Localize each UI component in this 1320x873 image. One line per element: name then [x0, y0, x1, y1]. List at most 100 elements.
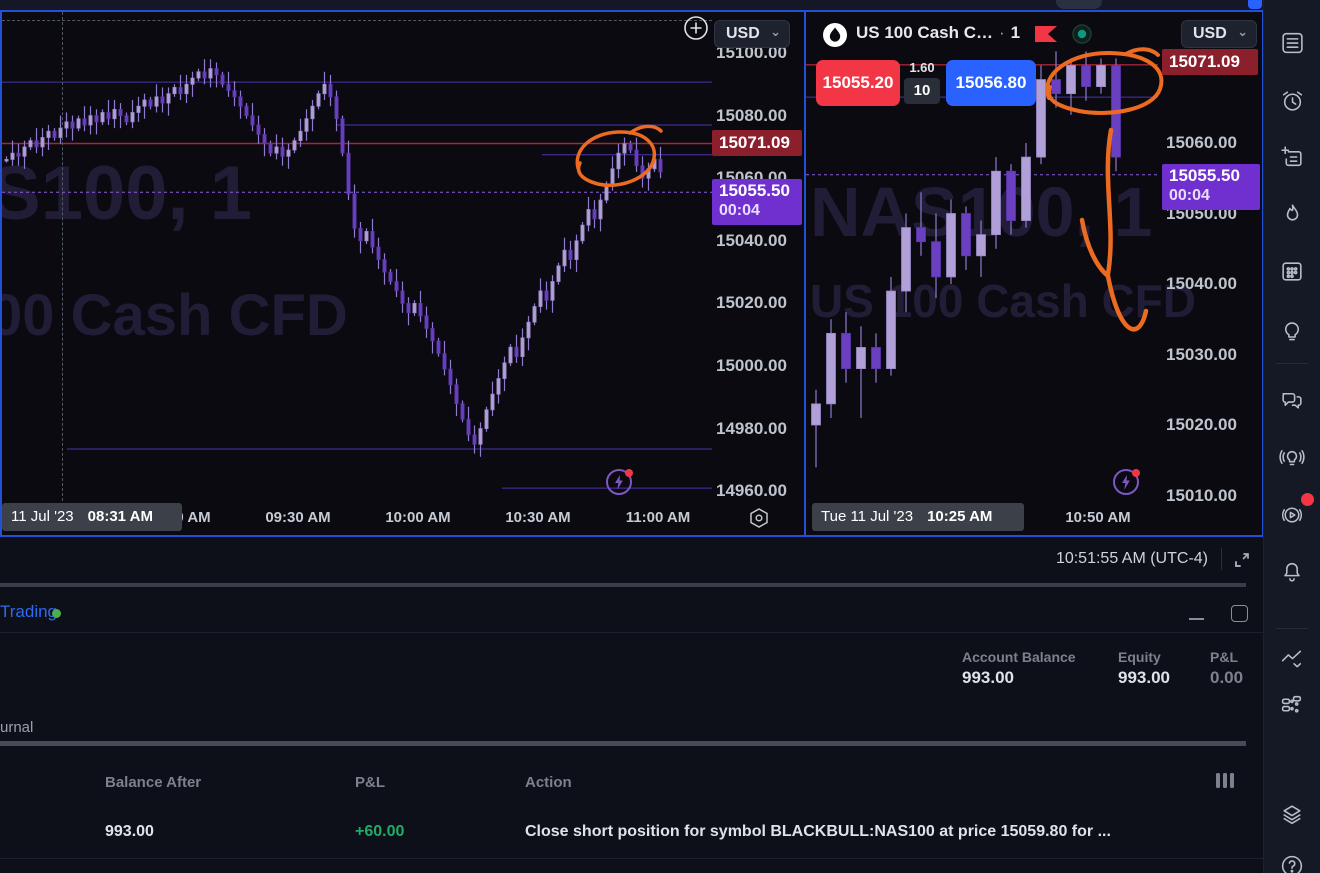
- notifications-button[interactable]: [1272, 552, 1312, 592]
- chat-icon: [1282, 392, 1302, 409]
- cell-pnl: +60.00: [355, 823, 405, 840]
- time-tick: 10:30 AM: [505, 509, 571, 526]
- buy-button[interactable]: 15056.80: [946, 60, 1036, 106]
- alarm-button[interactable]: [1272, 80, 1312, 120]
- tooltip-time: 10:25 AM: [927, 508, 993, 525]
- high-price-label: 15071.09: [1162, 49, 1258, 75]
- sell-button[interactable]: 15055.20: [816, 60, 900, 106]
- help-button[interactable]: [1272, 846, 1312, 873]
- ideas-button[interactable]: [1272, 310, 1312, 350]
- live-ideas-icon: [1279, 449, 1305, 466]
- cell-action: Close short position for symbol BLACKBUL…: [525, 823, 1111, 840]
- ideas-icon: [1284, 322, 1300, 341]
- table-resize-handle[interactable]: [0, 741, 1246, 746]
- time-crosshair-tooltip: 11 Jul '23 08:31 AM: [2, 503, 182, 531]
- streams-button[interactable]: [1272, 493, 1314, 535]
- my-trends-button[interactable]: [1272, 637, 1312, 677]
- spread-points[interactable]: 10: [904, 78, 940, 104]
- add-alert-plus-icon[interactable]: [683, 15, 709, 46]
- my-trends-icon: [1281, 650, 1302, 668]
- divider: [1221, 548, 1222, 570]
- chat-button[interactable]: [1272, 380, 1312, 420]
- price-tick: 15020.00: [716, 293, 787, 313]
- price-tick: 14960.00: [716, 481, 787, 501]
- tab-journal[interactable]: urnal: [0, 719, 33, 736]
- market-status-bolt-icon[interactable]: [1112, 467, 1142, 502]
- hotlist-button[interactable]: [1272, 194, 1312, 234]
- manage-columns-icon[interactable]: [1216, 773, 1234, 788]
- flag-icon[interactable]: [1034, 25, 1058, 48]
- add-journal-icon: [1281, 146, 1302, 167]
- tooltip-date: Tue 11 Jul '23: [821, 508, 914, 525]
- price-tick: 14980.00: [716, 418, 787, 438]
- market-status-bolt-icon[interactable]: [605, 467, 635, 502]
- high-price-label: 15071.09: [712, 130, 802, 156]
- top-strip: [0, 0, 1264, 10]
- layers-icon: [1283, 805, 1301, 825]
- chevron-down-icon: ⌄: [770, 24, 781, 39]
- price-tick: 15000.00: [716, 356, 787, 375]
- object-grid-button[interactable]: [1272, 685, 1312, 725]
- time-tick: 10:00 AM: [385, 509, 451, 526]
- price-tick: 15040.00: [716, 230, 787, 250]
- streams-icon: [1282, 507, 1302, 523]
- current-price-label: 15055.50 00:04: [712, 179, 802, 225]
- clock: 10:51:55 AM (UTC-4): [1055, 550, 1208, 567]
- notification-badge: [1301, 493, 1314, 506]
- charts-area: S100, 1 00 Cash CFD 15100.00 15080.00 1506…: [0, 10, 1264, 537]
- tab-trading[interactable]: Trading: [0, 602, 57, 622]
- price-tick: 15040.00: [1166, 274, 1237, 293]
- status-bar: 10:51:55 AM (UTC-4): [0, 537, 1264, 583]
- divider: [0, 858, 1264, 859]
- object-grid-icon: [1281, 695, 1302, 713]
- trading-platform-window: S100, 1 00 Cash CFD 15100.00 15080.00 1506…: [0, 0, 1320, 873]
- watchlist-button[interactable]: [1272, 22, 1312, 62]
- add-journal-button[interactable]: [1272, 137, 1312, 177]
- expand-panel-icon[interactable]: [1232, 550, 1252, 575]
- time-tick: 09:30 AM: [265, 509, 331, 526]
- chart-pane-left[interactable]: S100, 1 00 Cash CFD 15100.00 15080.00 1506…: [2, 12, 804, 535]
- chart-pane-right[interactable]: NAS100, 1 US 100 Cash CFD 15060.00 15050.…: [804, 12, 1262, 535]
- help-icon: [1281, 855, 1303, 873]
- right-toolbar: [1263, 0, 1320, 873]
- trading-panel: Trading Account Balance 993.00 Equity 993.0…: [0, 583, 1264, 873]
- hotlist-icon: [1286, 204, 1299, 221]
- price-tick: 15020.00: [1166, 415, 1237, 434]
- chevron-down-icon: ⌄: [1237, 24, 1248, 39]
- tooltip-time: 08:31 AM: [87, 508, 153, 525]
- column-header[interactable]: Action: [525, 774, 572, 791]
- current-price-label: 15055.50 00:04: [1162, 164, 1260, 210]
- currency-dropdown-left[interactable]: USD ⌄: [714, 20, 790, 48]
- top-right-button-fragment[interactable]: [1248, 0, 1262, 9]
- time-tick: 11:00 AM: [625, 509, 691, 526]
- summary-value: 993.00: [1118, 668, 1170, 687]
- minimize-panel-button[interactable]: [1189, 618, 1204, 620]
- column-header[interactable]: P&L: [355, 774, 385, 791]
- candlestick-plot-left[interactable]: [2, 12, 804, 503]
- panel-resize-handle[interactable]: [0, 583, 1246, 587]
- summary-label: Account Balance: [962, 649, 1076, 665]
- live-ideas-button[interactable]: [1272, 437, 1312, 477]
- summary-label: Equity: [1118, 649, 1161, 665]
- divider: [1276, 363, 1308, 364]
- crosshair-horizontal: [2, 20, 712, 21]
- summary-value: 0.00: [1210, 668, 1244, 687]
- calendar-icon: [1282, 262, 1302, 281]
- notifications-icon: [1284, 562, 1300, 582]
- restore-panel-button[interactable]: [1231, 605, 1248, 622]
- symbol-title[interactable]: US 100 Cash C… · 1: [856, 23, 1020, 43]
- column-header[interactable]: Balance After: [105, 774, 201, 791]
- price-tick: 15030.00: [1166, 344, 1237, 364]
- calendar-button[interactable]: [1272, 251, 1312, 291]
- axis-settings-hexagon-icon[interactable]: [747, 506, 771, 535]
- spread-value: 1.60: [909, 60, 935, 75]
- cell-balance-after: 993.00: [105, 823, 154, 840]
- price-tick: 15080.00: [716, 105, 787, 125]
- connection-status-dot[interactable]: [1072, 24, 1092, 49]
- divider: [1276, 628, 1308, 629]
- summary-value: 993.00: [962, 668, 1014, 687]
- currency-dropdown-right[interactable]: USD ⌄: [1181, 20, 1257, 48]
- layers-button[interactable]: [1272, 795, 1312, 835]
- broker-droplet-logo[interactable]: [822, 22, 848, 53]
- time-tick: 10:50 AM: [1065, 509, 1131, 526]
